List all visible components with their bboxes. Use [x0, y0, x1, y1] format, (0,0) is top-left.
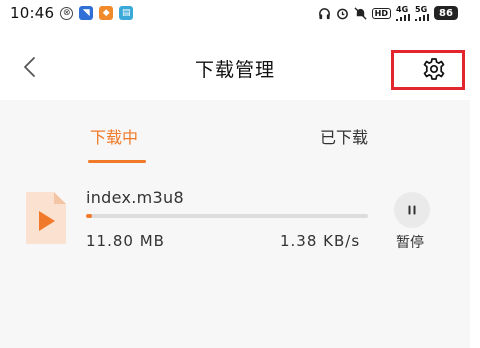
download-item[interactable]: index.m3u8 11.80 MB 1.38 KB/s 暂停	[0, 180, 470, 260]
download-speed: 1.38 KB/s	[280, 232, 361, 250]
mute-icon	[354, 6, 367, 20]
status-right: HD 4G 5G 86	[318, 4, 458, 21]
signal-5g-label: 5G	[415, 4, 428, 14]
tab-downloading[interactable]: 下载中	[90, 124, 138, 148]
settings-button[interactable]	[391, 50, 465, 90]
gear-icon	[423, 58, 445, 80]
pause-button[interactable]	[394, 192, 430, 228]
shop-notification-icon: ◆	[99, 6, 114, 20]
status-bar: 10:46 ⊗ ◥ ◆ ▤ HD 4G 5G 86	[0, 0, 470, 26]
alarm-notification-icon: ⊗	[60, 6, 74, 20]
download-content: 下载中 已下载 index.m3u8 11.80 MB 1.38 KB/s 暂停	[0, 100, 470, 348]
hd-voice-icon: HD	[371, 7, 391, 19]
file-name: index.m3u8	[86, 188, 184, 207]
pause-label[interactable]: 暂停	[396, 232, 424, 252]
download-progress-bar	[86, 214, 368, 218]
battery-indicator: 86	[434, 6, 458, 20]
video-file-icon	[24, 190, 68, 246]
signal-4g-icon: 4G	[396, 4, 410, 21]
alarm-clock-icon	[336, 7, 349, 20]
headphones-icon	[318, 7, 331, 20]
pause-icon	[408, 205, 416, 215]
signal-4g-label: 4G	[396, 4, 409, 14]
app-notification-icon: ◥	[79, 6, 94, 20]
file-size: 11.80 MB	[86, 232, 165, 250]
download-progress-fill	[86, 214, 92, 218]
tab-downloaded[interactable]: 已下载	[320, 124, 368, 148]
tab-bar: 下载中 已下载	[0, 100, 470, 170]
header-bar: 下载管理	[0, 30, 470, 100]
chat-notification-icon: ▤	[119, 6, 134, 20]
signal-5g-icon: 5G	[415, 4, 429, 21]
status-time: 10:46	[10, 4, 55, 22]
status-left: 10:46 ⊗ ◥ ◆ ▤	[10, 4, 134, 22]
active-tab-indicator	[88, 160, 146, 163]
